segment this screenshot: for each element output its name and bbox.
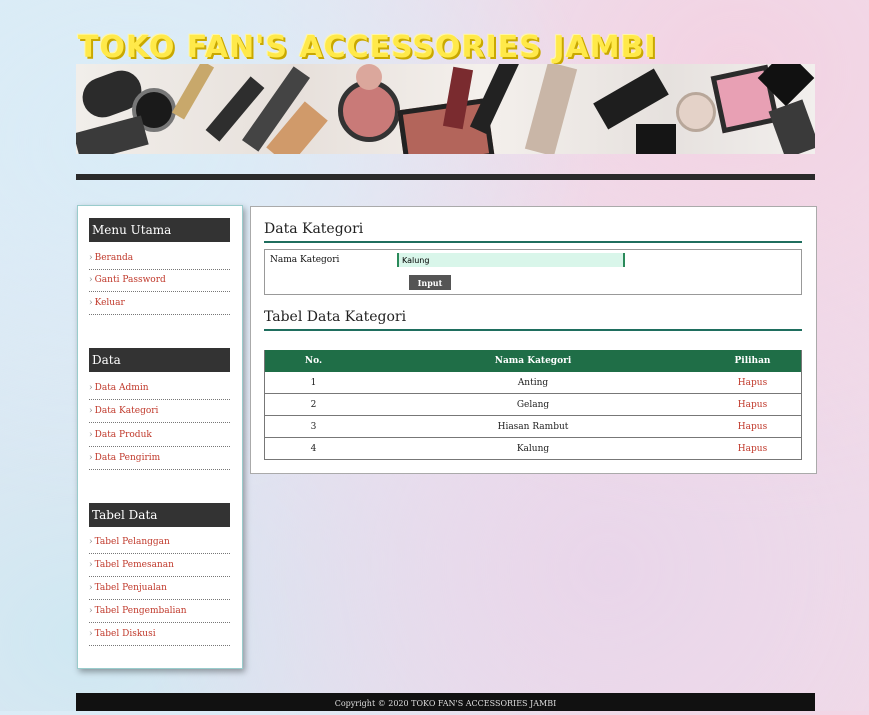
sidebar-item-tabel-diskusi[interactable]: › Tabel Diskusi [89,626,230,646]
sidebar-item-label: Tabel Pemesanan [94,560,174,570]
sidebar-item-label: Tabel Diskusi [94,629,156,639]
sidebar-item-beranda[interactable]: › Beranda [89,250,230,270]
sidebar-heading-data: Data [89,348,230,372]
input-button[interactable]: Input [409,275,451,290]
nama-kategori-input[interactable] [397,253,625,267]
table-row: 1 Anting Hapus [264,372,802,394]
hapus-link[interactable]: Hapus [704,415,802,438]
sidebar-item-data-admin[interactable]: › Data Admin [89,380,230,400]
category-form: Nama Kategori Input [264,249,802,295]
sidebar-heading-tabel-data: Tabel Data [89,503,230,527]
category-name: Hiasan Rambut [362,415,704,438]
chevron-right-icon: › [89,406,93,416]
sidebar: Menu Utama › Beranda › Ganti Password › Kel… [77,205,243,669]
category-table: No. Nama Kategori Pilihan 1 Anting Hapus… [264,350,802,460]
category-name: Gelang [362,393,704,416]
main-content: Data Kategori Nama Kategori Input Tabel … [250,206,817,474]
chevron-right-icon: › [89,430,93,440]
row-number: 4 [264,437,362,460]
chevron-right-icon: › [89,606,93,616]
form-section-title: Data Kategori [264,221,802,243]
sidebar-heading-menu-utama: Menu Utama [89,218,230,242]
site-title: TOKO FAN'S ACCESSORIES JAMBI [78,30,657,65]
sidebar-item-tabel-pemesanan[interactable]: › Tabel Pemesanan [89,557,230,577]
chevron-right-icon: › [89,383,93,393]
table-row: 2 Gelang Hapus [264,393,802,416]
column-header-nama-kategori: Nama Kategori [362,350,704,372]
hapus-link[interactable]: Hapus [704,437,802,460]
column-header-no: No. [264,350,362,372]
hapus-link[interactable]: Hapus [704,393,802,416]
chevron-right-icon: › [89,275,93,285]
chevron-right-icon: › [89,537,93,547]
sidebar-item-label: Ganti Password [94,275,166,285]
nama-kategori-label: Nama Kategori [270,255,340,265]
chevron-right-icon: › [89,298,93,308]
sidebar-item-tabel-penjualan[interactable]: › Tabel Penjualan [89,580,230,600]
sidebar-item-data-kategori[interactable]: › Data Kategori [89,403,230,423]
sidebar-item-label: Data Produk [94,430,152,440]
sidebar-item-tabel-pengembalian[interactable]: › Tabel Pengembalian [89,603,230,623]
footer-copyright: Copyright © 2020 TOKO FAN'S ACCESSORIES … [76,693,815,711]
sidebar-item-data-pengirim[interactable]: › Data Pengirim [89,450,230,470]
sidebar-item-label: Tabel Pelanggan [94,537,170,547]
chevron-right-icon: › [89,253,93,263]
hapus-link[interactable]: Hapus [704,372,802,394]
row-number: 1 [264,372,362,394]
chevron-right-icon: › [89,629,93,639]
header-divider [76,174,815,180]
table-row: 4 Kalung Hapus [264,437,802,460]
table-header-row: No. Nama Kategori Pilihan [264,350,802,372]
sidebar-item-label: Tabel Pengembalian [94,606,187,616]
sidebar-item-label: Beranda [94,253,134,263]
row-number: 2 [264,393,362,416]
category-name: Anting [362,372,704,394]
sidebar-item-label: Data Admin [94,383,149,393]
sidebar-item-label: Data Kategori [94,406,159,416]
row-number: 3 [264,415,362,438]
header-banner-image [76,64,815,154]
chevron-right-icon: › [89,453,93,463]
sidebar-item-keluar[interactable]: › Keluar [89,295,230,315]
chevron-right-icon: › [89,560,93,570]
sidebar-item-data-produk[interactable]: › Data Produk [89,427,230,447]
category-name: Kalung [362,437,704,460]
chevron-right-icon: › [89,583,93,593]
column-header-pilihan: Pilihan [704,350,802,372]
sidebar-item-label: Tabel Penjualan [94,583,167,593]
table-row: 3 Hiasan Rambut Hapus [264,415,802,438]
sidebar-item-label: Keluar [94,298,125,308]
sidebar-item-ganti-password[interactable]: › Ganti Password [89,272,230,292]
table-section-title: Tabel Data Kategori [264,309,802,331]
sidebar-item-tabel-pelanggan[interactable]: › Tabel Pelanggan [89,534,230,554]
sidebar-item-label: Data Pengirim [94,453,161,463]
